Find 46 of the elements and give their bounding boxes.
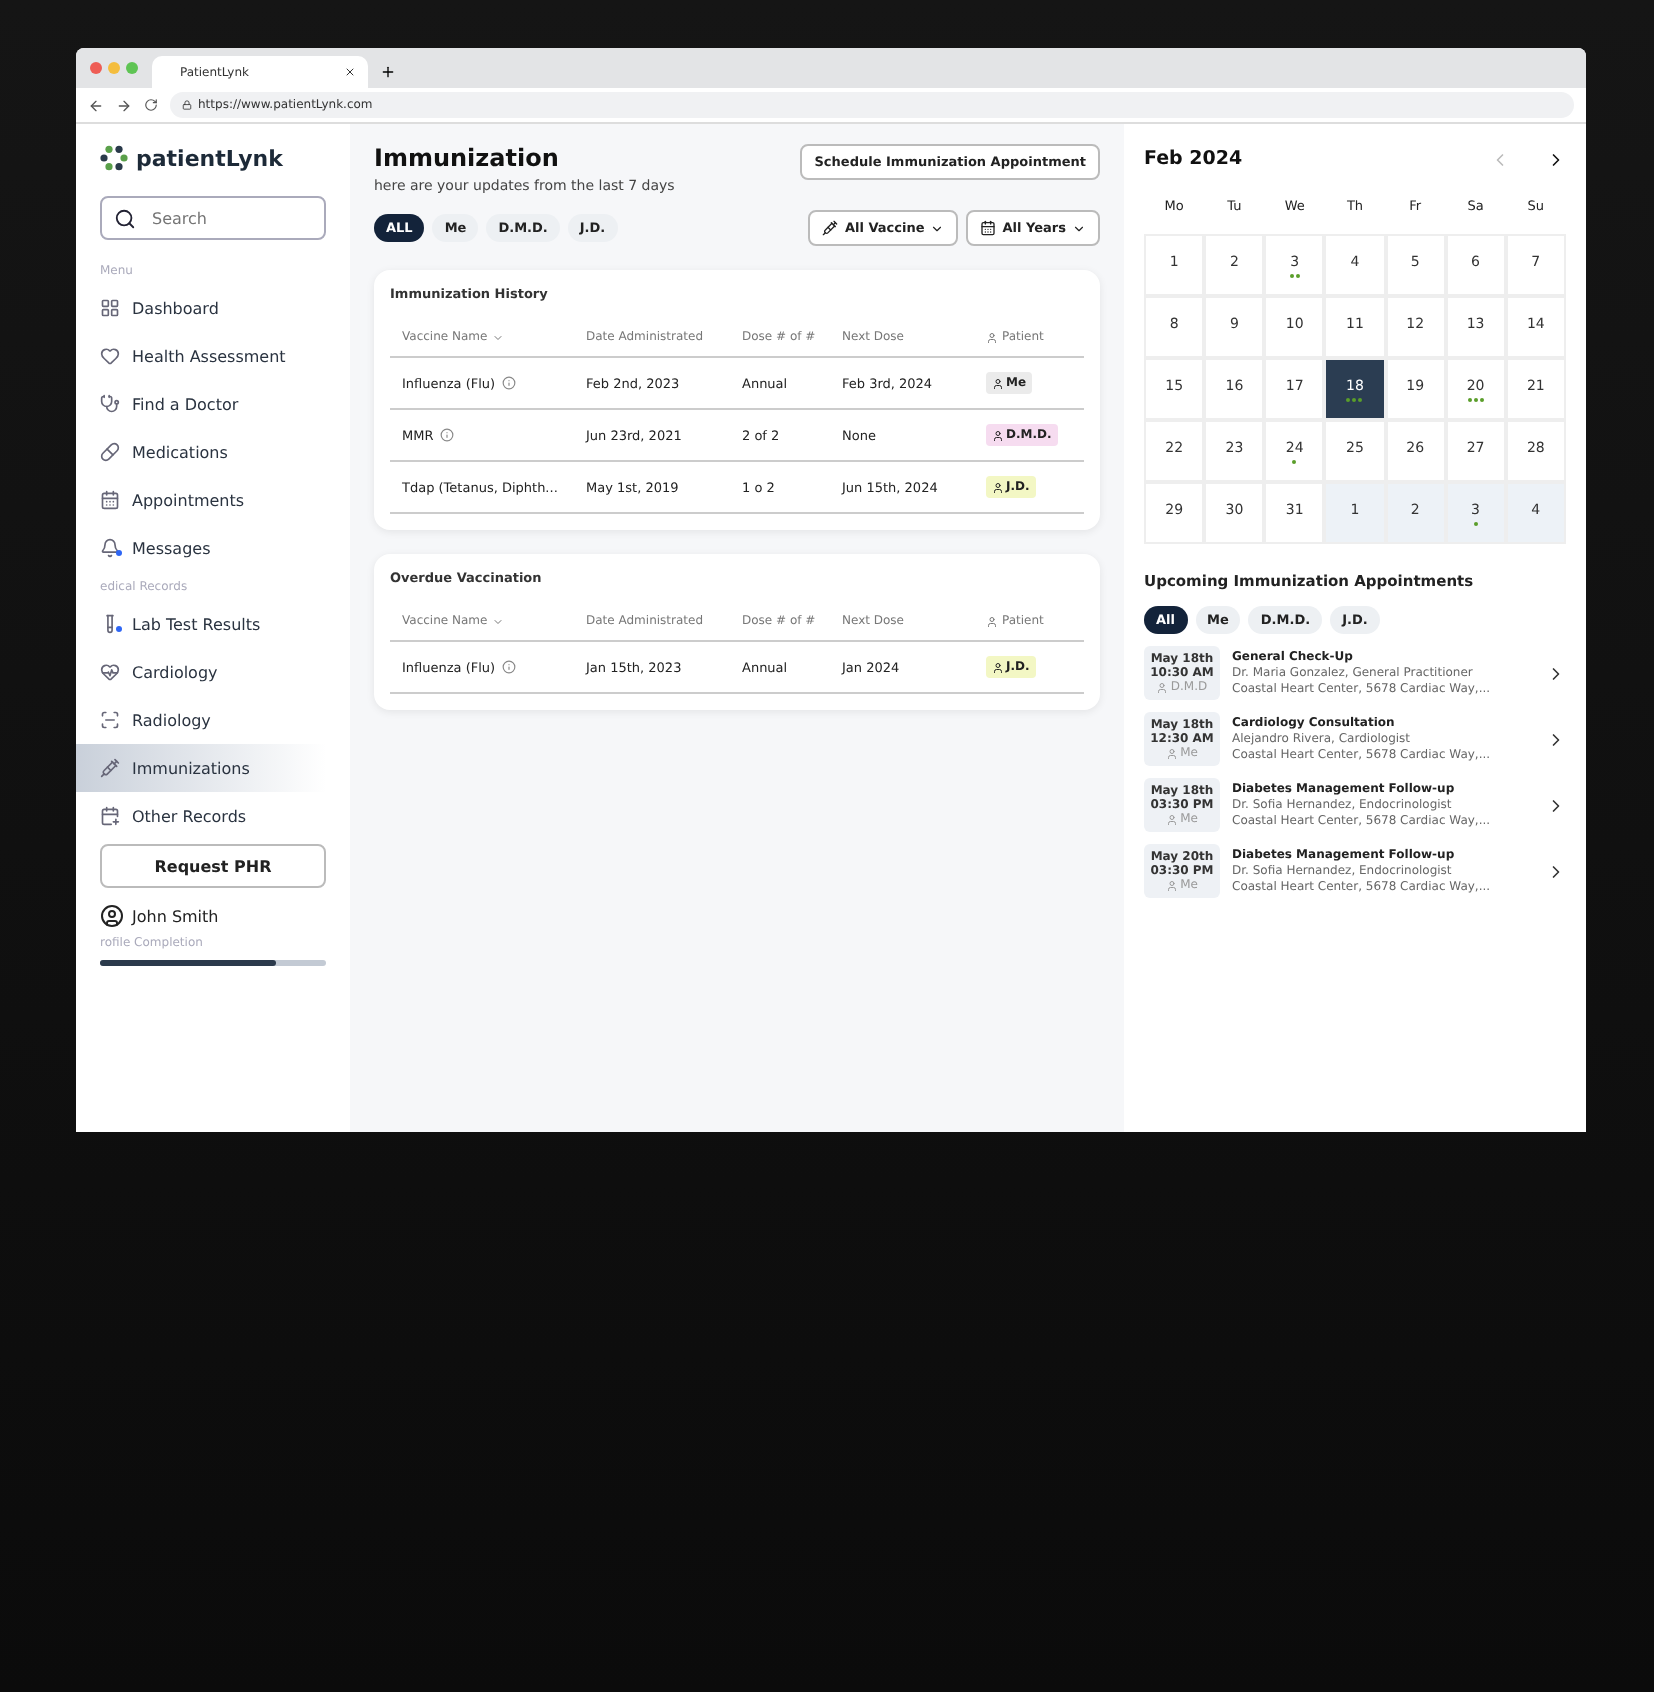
person-icon: [986, 331, 998, 343]
logo: patientLynk: [100, 144, 326, 172]
syringe-icon: [822, 220, 839, 236]
lock-icon: [182, 100, 192, 110]
person-icon: [992, 429, 1004, 441]
chevron-down-icon: [930, 221, 945, 235]
notification-dot: [116, 550, 122, 556]
new-tab-icon[interactable]: [380, 64, 396, 80]
person-icon: [986, 615, 998, 627]
sidebar-item[interactable]: Other Records: [100, 792, 326, 840]
person-icon: [1156, 681, 1169, 693]
person-icon: [1166, 747, 1179, 759]
sidebar-item[interactable]: Appointments: [100, 476, 326, 524]
back-icon[interactable]: [88, 97, 104, 113]
close-icon[interactable]: [344, 66, 356, 78]
calendar-month: Feb 2024: [1144, 148, 1243, 170]
sidebar-item[interactable]: Radiology: [100, 696, 326, 744]
calendar-icon: [980, 220, 997, 236]
sidebar-item[interactable]: Lab Test Results: [100, 600, 326, 648]
search-field[interactable]: Search: [100, 196, 326, 240]
person-icon: [992, 377, 1004, 389]
sidebar-item[interactable]: Find a Doctor: [100, 380, 326, 428]
avatar-icon: [100, 904, 124, 928]
person-icon: [1166, 879, 1179, 891]
sidebar-item[interactable]: Medications: [100, 428, 326, 476]
info-icon[interactable]: [501, 376, 516, 390]
notification-dot: [116, 626, 122, 632]
person-icon: [992, 661, 1004, 673]
sidebar-item[interactable]: Messages: [100, 524, 326, 572]
logo-icon: [100, 144, 128, 172]
window-controls-icon: [88, 60, 140, 76]
info-icon[interactable]: [501, 660, 516, 674]
sidebar-item[interactable]: Health Assessment: [100, 332, 326, 380]
forward-icon[interactable]: [116, 97, 132, 113]
user-name: John Smith: [132, 907, 219, 925]
person-icon: [992, 481, 1004, 493]
search-input[interactable]: Search: [148, 207, 308, 229]
person-icon: [1166, 813, 1179, 825]
search-icon: [114, 207, 136, 229]
page-title: Immunization: [374, 144, 561, 172]
request-phr-button[interactable]: Request PHR: [100, 844, 326, 888]
sidebar-item[interactable]: Cardiology: [100, 648, 326, 696]
info-icon[interactable]: [439, 428, 454, 442]
chevron-down-icon: [1072, 221, 1086, 235]
sidebar-item[interactable]: Dashboard: [100, 284, 326, 332]
reload-icon[interactable]: [144, 98, 158, 112]
